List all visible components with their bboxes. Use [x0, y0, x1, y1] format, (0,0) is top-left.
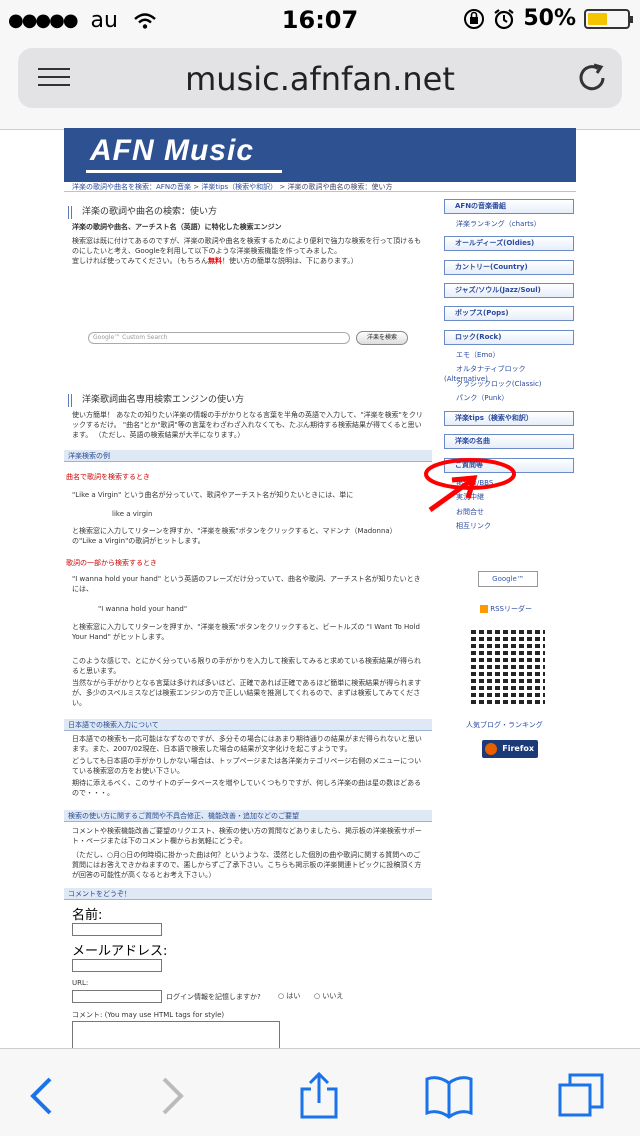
email-label: メールアドレス: — [72, 944, 168, 959]
sidebar-link[interactable]: 相互リンク — [456, 521, 491, 531]
sidebar-link[interactable]: 実況中継 — [456, 492, 484, 502]
sidebar-jazz-soul[interactable]: ジャズ/ソウル(Jazz/Soul) — [444, 283, 574, 298]
battery-percent: 50% — [523, 6, 576, 31]
remember-no[interactable]: ○ いいえ — [314, 991, 343, 1001]
bookmarks-icon[interactable] — [424, 1071, 474, 1121]
sidebar-questions[interactable]: ご質問等 — [444, 458, 574, 473]
comment-label: コメント: (You may use HTML tags for style) — [72, 1011, 225, 1019]
alarm-icon — [494, 8, 514, 29]
url-label: URL: — [72, 979, 89, 987]
orientation-lock-icon — [464, 8, 485, 29]
sidebar-link[interactable]: オルタナティブロック — [456, 364, 526, 374]
comment-textarea[interactable] — [72, 1021, 280, 1048]
firefox-icon — [485, 743, 497, 755]
remember-label: ログイン情報を記憶しますか? — [166, 993, 261, 1001]
section-heading: 洋楽歌詞曲名専用検索エンジンの使い方 — [68, 394, 244, 407]
share-icon[interactable] — [294, 1071, 344, 1121]
search-input[interactable]: Google™ Custom Search — [88, 332, 350, 344]
banner-underline — [86, 170, 282, 173]
request-note: コメントや検索機能改善ご要望のリクエスト、検索の使い方の質問などありましたら、掲… — [72, 827, 422, 845]
example-query: "I wanna hold your hand" — [98, 605, 188, 613]
request-note: （ただし、○月○日の何時頃に掛かった曲は何？というような、漠然とした個別の曲や歌… — [72, 851, 422, 879]
breadcrumb-link[interactable]: 洋楽の歌詞や曲名を検索：AFNの音楽 — [72, 183, 191, 191]
breadcrumb-current: 洋楽の歌詞や曲名の検索：使い方 — [287, 183, 393, 191]
name-label: 名前: — [72, 908, 103, 923]
address-bar[interactable]: music.afnfan.net — [18, 48, 622, 108]
example-text: と検索窓に入力してリターンを押すか、"洋楽を検索"ボタンをクリックすると、マドン… — [72, 527, 397, 545]
firefox-badge[interactable]: Firefox — [482, 740, 538, 758]
example-text: "Like a Virgin" という曲名が分っていて、歌詞やアーチスト名が知り… — [72, 491, 354, 499]
section-bar: 洋楽検索の例 — [64, 450, 432, 462]
sidebar-afn-programs[interactable]: AFNの音楽番組 — [444, 199, 574, 214]
example-text: 当然ながら手がかりとなる言葉は多ければ多いほど、正確であれば正確であるほど簡単に… — [72, 679, 422, 707]
japanese-note: 日本語での検索も一応可能はなずなのですが、多分その場合にはあまり期待通りの結果が… — [72, 735, 422, 753]
bottom-toolbar — [0, 1048, 640, 1136]
search-button[interactable]: 洋楽を検索 — [356, 331, 408, 345]
breadcrumb-link[interactable]: 洋楽tips（検索や和訳） — [201, 183, 277, 191]
battery-icon — [584, 8, 633, 29]
subheading: 歌詞の一部から検索するとき — [66, 559, 157, 567]
usage-paragraph: 使い方簡単！ あなたの知りたい洋楽の情報の手がかりとなる言葉を半角の英語で入力し… — [72, 411, 423, 439]
add-to-google-button[interactable]: Google™ — [478, 571, 538, 587]
sidebar-oldies[interactable]: オールディーズ(Oldies) — [444, 236, 574, 251]
email-field[interactable] — [72, 959, 162, 972]
tabs-icon[interactable] — [556, 1071, 606, 1121]
section-heading: 洋楽の歌詞や曲名の検索：使い方 — [68, 206, 217, 219]
intro-paragraph: 検索窓は既に付けてあるのですが、洋楽の歌詞や曲名を検索するためにより便利で強力な… — [72, 237, 422, 255]
name-field[interactable] — [72, 923, 162, 936]
sidebar-link[interactable]: エモ（Emo） — [456, 350, 500, 360]
site-title[interactable]: AFN Music — [90, 134, 254, 168]
sidebar-country[interactable]: カントリー(Country) — [444, 260, 574, 275]
section-bar: 日本語での検索入力について — [64, 719, 432, 731]
japanese-note: 期待に添えるべく、このサイトのデータベースを増やしていくつもりですが、何しろ洋楽… — [72, 779, 422, 797]
example-text: "I wanna hold your hand" という英語のフレーズだけ分って… — [72, 575, 421, 593]
forward-icon[interactable] — [146, 1071, 196, 1121]
intro-paragraph-2: 宜しければ使ってみてください。（もちろん無料！使い方の簡単な説明は、下にあります… — [72, 257, 358, 265]
divider — [64, 191, 576, 192]
remember-yes[interactable]: ○ はい — [278, 991, 300, 1001]
section-bar: 検索の使い方に関するご質問や不具合修正、機能改善・追加などのご要望 — [64, 810, 432, 822]
web-page: AFN Music 洋楽の歌詞や曲名を検索：AFNの音楽 > 洋楽tips（検索… — [64, 128, 576, 1048]
sidebar-tips[interactable]: 洋楽tips（検索や和訳） — [444, 411, 574, 426]
site-banner[interactable]: AFN Music — [64, 128, 576, 182]
example-query: like a virgin — [112, 510, 153, 518]
sidebar-classics[interactable]: 洋楽の名曲 — [444, 434, 574, 449]
qr-code — [471, 630, 545, 704]
blog-ranking-link[interactable]: 人気ブログ・ランキング — [466, 720, 543, 730]
rss-icon — [480, 605, 488, 613]
sidebar-link[interactable]: パンク（Punk） — [456, 393, 508, 403]
sidebar-link[interactable]: 洋楽ランキング（charts） — [456, 219, 541, 229]
url-text[interactable]: music.afnfan.net — [18, 60, 622, 98]
example-text: と検索窓に入力してリターンを押すか、"洋楽を検索"ボタンをクリックすると、ビート… — [72, 623, 420, 641]
reload-icon[interactable] — [576, 62, 608, 94]
subheading: 曲名で歌詞を検索するとき — [66, 473, 150, 481]
section-bar: コメントをどうぞ！ — [64, 888, 432, 900]
sidebar-link-bbs[interactable]: 掲示板/BBS — [456, 478, 493, 488]
sidebar-rock[interactable]: ロック(Rock) — [444, 330, 574, 345]
url-field[interactable] — [72, 990, 162, 1003]
status-bar: ●●●●● au 16:07 50% — [0, 0, 640, 40]
japanese-note: どうしても日本語の手がかりしかない場合は、トップページまたは各洋楽カテゴリページ… — [72, 757, 422, 775]
browser-toolbar: music.afnfan.net — [0, 40, 640, 130]
example-text: このような感じで、とにかく分っている限りの手がかりを入力して検索してみると求めて… — [72, 657, 421, 675]
rss-reader-link[interactable]: RSSリーダー — [480, 604, 532, 614]
tagline: 洋楽の歌詞や曲名、アーチスト名（英語）に特化した検索エンジン — [72, 223, 282, 231]
sidebar-link[interactable]: クラシックロック(Classic) — [456, 379, 542, 389]
back-icon[interactable] — [18, 1071, 68, 1121]
sidebar-link[interactable]: お問合せ — [456, 507, 484, 517]
sidebar-pops[interactable]: ポップス(Pops) — [444, 306, 574, 321]
